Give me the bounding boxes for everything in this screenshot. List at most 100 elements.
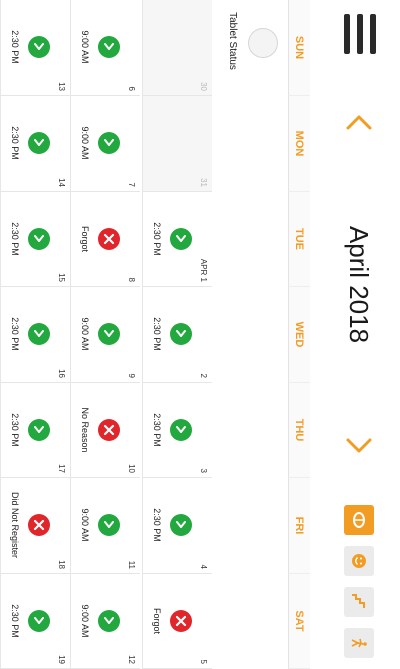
day-header-sun: SUN: [288, 0, 310, 96]
x-icon: [98, 419, 120, 441]
calendar-day-cell[interactable]: 2 2:30 PM: [142, 287, 212, 383]
calendar-day-cell[interactable]: 11 9:00 AM: [70, 478, 140, 574]
stairs-icon: [352, 594, 365, 608]
check-icon: [28, 323, 50, 345]
tablet-status-row: Tablet Status: [211, 0, 288, 669]
day-number: 10: [127, 464, 136, 473]
day-header-wed: WED: [288, 287, 310, 383]
tablet-status[interactable]: Tablet Status: [218, 6, 282, 76]
emoji-tool-button[interactable]: [344, 546, 374, 576]
screen-frame: April 2018 SUN MON TUE WED THU FRI SAT T…: [0, 0, 400, 669]
check-icon: [98, 514, 120, 536]
dose-status-text: Forgot: [152, 607, 162, 634]
day-number: 2: [199, 373, 208, 378]
activity-tool-button[interactable]: [344, 628, 374, 658]
chevron-left-icon[interactable]: [342, 106, 376, 140]
month-title: April 2018: [344, 225, 374, 344]
check-icon: [28, 132, 50, 154]
dose-status-text: 9:00 AM: [80, 317, 90, 351]
check-icon: [170, 419, 192, 441]
day-number: 3: [199, 468, 208, 473]
calendar-day-cell[interactable]: 4 2:30 PM: [142, 478, 212, 574]
check-icon: [28, 419, 50, 441]
day-number: 9: [127, 373, 136, 378]
top-bar: April 2018: [310, 0, 400, 669]
calendar-day-cell[interactable]: 12 9:00 AM: [70, 574, 140, 669]
calendar-day-cell[interactable]: 6 9:00 AM: [70, 0, 140, 96]
calendar-day-cell[interactable]: 14 2:30 PM: [0, 96, 70, 192]
check-icon: [98, 132, 120, 154]
calendar-day-cell[interactable]: 19 2:30 PM: [0, 574, 70, 669]
walk-icon: [351, 638, 367, 648]
pill-tool-button[interactable]: [344, 505, 374, 535]
check-icon: [28, 228, 50, 250]
dose-status-text: 2:30 PM: [10, 222, 20, 256]
dose-status-text: Did Not Register: [10, 491, 20, 559]
calendar-day-cell[interactable]: 5 Forgot: [142, 574, 212, 669]
calendar-day-cell[interactable]: 9 9:00 AM: [70, 287, 140, 383]
check-icon: [170, 323, 192, 345]
x-icon: [98, 228, 120, 250]
calendar-day-cell[interactable]: 10 No Reason: [70, 383, 140, 478]
check-icon: [98, 323, 120, 345]
calendar-day-cell[interactable]: 30: [142, 0, 212, 96]
tablet-icon: [248, 28, 278, 58]
dose-status-text: 9:00 AM: [80, 30, 90, 64]
calendar-day-cell[interactable]: 31: [142, 96, 212, 192]
dose-status-text: 2:30 PM: [10, 317, 20, 351]
day-number: 6: [127, 86, 136, 91]
dose-status-text: 2:30 PM: [10, 126, 20, 160]
calendar-day-cell[interactable]: 3 2:30 PM: [142, 383, 212, 478]
day-number: 7: [127, 182, 136, 187]
chevron-right-icon[interactable]: [342, 428, 376, 462]
calendar-day-cell[interactable]: APR 1 2:30 PM: [142, 192, 212, 287]
pill-icon: [353, 512, 365, 528]
day-number: 8: [127, 277, 136, 282]
day-number: 18: [57, 560, 66, 569]
calendar-day-cell[interactable]: 18 Did Not Register: [0, 478, 70, 574]
check-icon: [28, 610, 50, 632]
dose-status-text: 2:30 PM: [152, 508, 162, 542]
calendar-grid: SUN MON TUE WED THU FRI SAT Tablet Statu…: [0, 0, 310, 669]
check-icon: [98, 36, 120, 58]
day-number: 30: [199, 82, 208, 91]
tablet-status-label: Tablet Status: [227, 12, 238, 70]
day-number: 19: [57, 655, 66, 664]
day-header-thu: THU: [288, 383, 310, 478]
dose-status-text: No Reason: [80, 407, 90, 453]
day-number: 31: [199, 178, 208, 187]
day-header-fri: FRI: [288, 478, 310, 574]
dose-status-text: 2:30 PM: [10, 604, 20, 638]
calendar-day-cell[interactable]: 13 2:30 PM: [0, 0, 70, 96]
calendar-day-cell[interactable]: 15 2:30 PM: [0, 192, 70, 287]
dose-status-text: 2:30 PM: [10, 413, 20, 447]
calendar-day-cell[interactable]: 17 2:30 PM: [0, 383, 70, 478]
rotated-app-canvas: April 2018 SUN MON TUE WED THU FRI SAT T…: [0, 0, 400, 669]
day-header-tue: TUE: [288, 192, 310, 287]
dose-status-text: 2:30 PM: [152, 317, 162, 351]
day-number: 16: [57, 369, 66, 378]
smiley-icon: [352, 554, 366, 568]
dose-status-text: 2:30 PM: [152, 222, 162, 256]
stairs-tool-button[interactable]: [344, 587, 374, 617]
day-number: 4: [199, 564, 208, 569]
x-icon: [170, 610, 192, 632]
dose-status-text: 2:30 PM: [10, 30, 20, 64]
day-header-mon: MON: [288, 96, 310, 192]
check-icon: [28, 36, 50, 58]
day-number: 14: [57, 178, 66, 187]
day-number: 5: [199, 659, 208, 664]
check-icon: [170, 228, 192, 250]
hamburger-menu-icon[interactable]: [342, 14, 376, 54]
dose-status-text: 2:30 PM: [152, 413, 162, 447]
day-header-sat: SAT: [288, 574, 310, 669]
dose-status-text: 9:00 AM: [80, 126, 90, 160]
day-number: 11: [127, 560, 136, 569]
check-icon: [98, 610, 120, 632]
x-icon: [28, 514, 50, 536]
calendar-day-cell[interactable]: 8 Forgot: [70, 192, 140, 287]
calendar-day-cell[interactable]: 16 2:30 PM: [0, 287, 70, 383]
dose-status-text: 9:00 AM: [80, 508, 90, 542]
calendar-day-cell[interactable]: 7 9:00 AM: [70, 96, 140, 192]
day-number: 15: [57, 273, 66, 282]
